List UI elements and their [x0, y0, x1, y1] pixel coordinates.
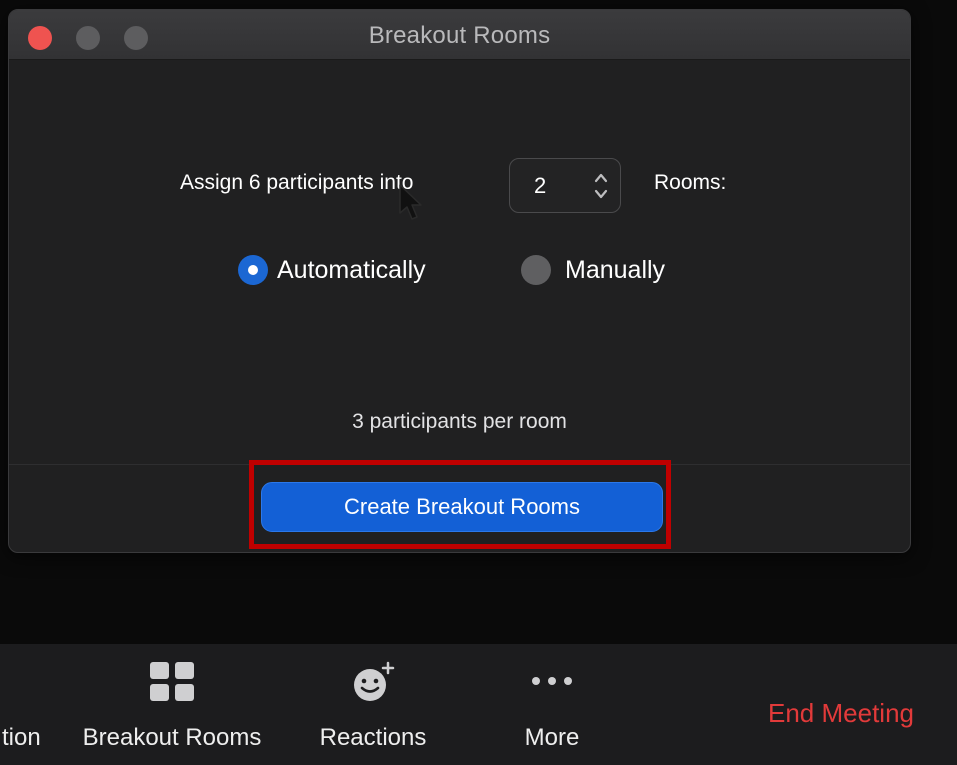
assign-participants-label: Assign 6 participants into: [180, 171, 414, 194]
grid-icon: [148, 660, 196, 709]
screen: Breakout Rooms Assign 6 participants int…: [0, 0, 957, 765]
toolbar-item-partial[interactable]: tion: [0, 644, 50, 765]
title-bar: Breakout Rooms: [9, 10, 910, 60]
participants-per-room-text: 3 participants per room: [352, 410, 567, 433]
automatically-label[interactable]: Automatically: [277, 256, 426, 285]
smiley-plus-icon: [350, 660, 396, 711]
toolbar-item-partial-label: tion: [2, 724, 41, 751]
window-title: Breakout Rooms: [368, 22, 551, 49]
toolbar-breakout-rooms-label: Breakout Rooms: [82, 724, 262, 751]
manually-radio[interactable]: [521, 255, 551, 285]
meeting-toolbar: tion Breakout Rooms Reactions More End M…: [0, 644, 957, 765]
radio-dot-icon: [248, 265, 258, 275]
toolbar-breakout-rooms-button[interactable]: Breakout Rooms: [64, 644, 280, 765]
toolbar-reactions-label: Reactions: [319, 724, 427, 751]
rooms-count-value: 2: [534, 173, 547, 198]
end-meeting-button[interactable]: End Meeting: [768, 698, 914, 729]
toolbar-more-button[interactable]: More: [492, 644, 612, 765]
mouse-cursor-icon: [398, 183, 424, 223]
assignment-mode-group: Automatically Manually: [9, 250, 910, 290]
ellipsis-icon: [529, 674, 575, 692]
toolbar-reactions-button[interactable]: Reactions: [300, 644, 446, 765]
stepper-arrows-icon[interactable]: [594, 171, 608, 201]
automatically-radio[interactable]: [238, 255, 268, 285]
toolbar-more-label: More: [524, 724, 580, 751]
manually-label[interactable]: Manually: [565, 256, 665, 285]
rooms-label: Rooms:: [654, 171, 727, 194]
assign-row: Assign 6 participants into 2 Rooms:: [9, 158, 910, 218]
rooms-count-stepper[interactable]: 2: [509, 158, 621, 213]
highlight-annotation-box: [249, 460, 671, 549]
